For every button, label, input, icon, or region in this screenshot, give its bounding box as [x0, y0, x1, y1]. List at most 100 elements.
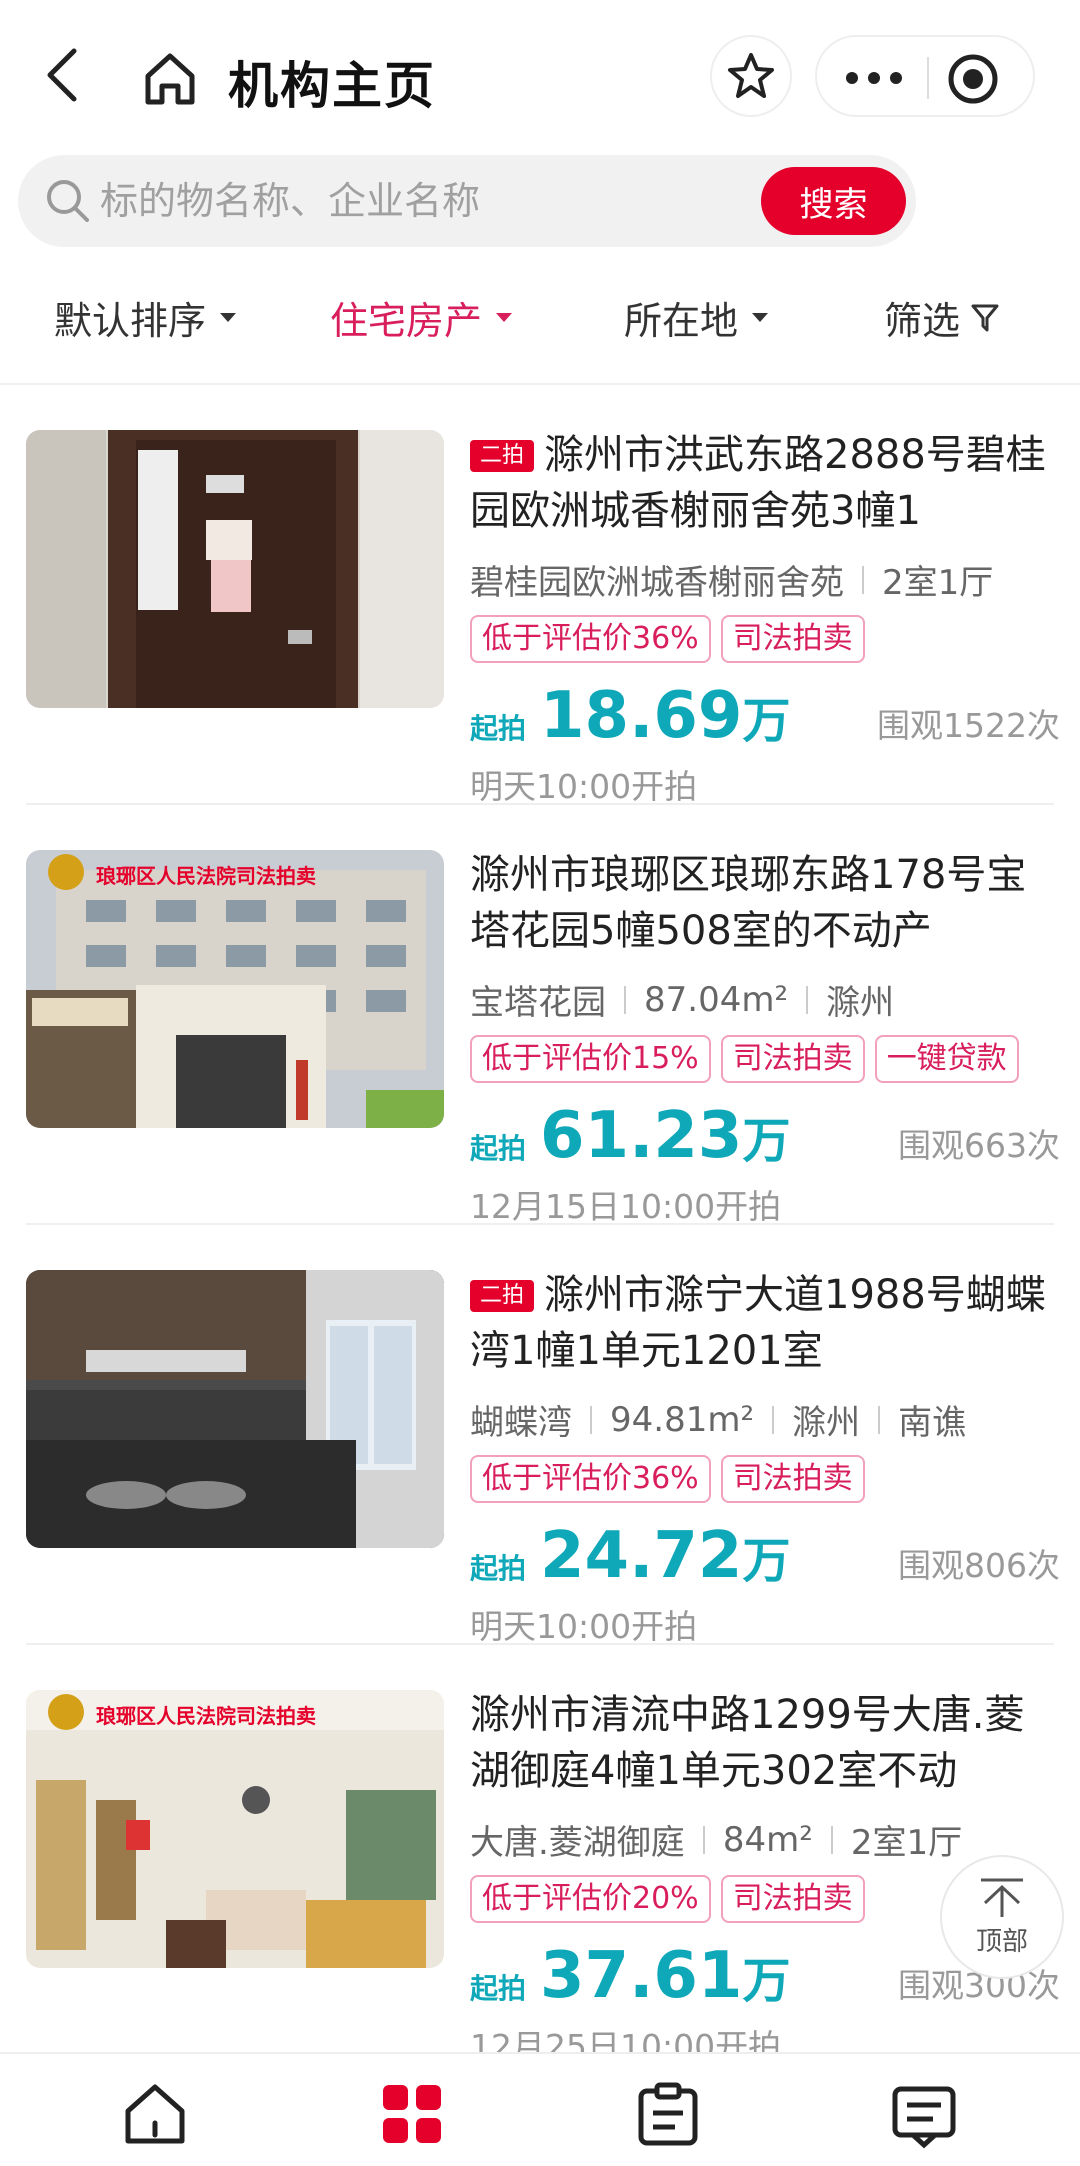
meta-district: 南谯: [898, 1403, 967, 1443]
meta-separator: [772, 1405, 775, 1434]
meta-community: 宝塔花园: [470, 983, 606, 1023]
tag-judicial: 司法拍卖: [720, 1035, 865, 1083]
tag-judicial: 司法拍卖: [720, 1455, 865, 1503]
search-bar: 搜索: [18, 155, 916, 247]
view-count: 围观1522次: [877, 706, 1060, 745]
view-count: 围观806次: [898, 1546, 1060, 1585]
caret-down-icon: [496, 313, 513, 322]
meta-city: 滁州: [826, 983, 895, 1023]
item-title-text: 滁州市琅琊区琅琊东路178号宝塔花园5幢508室的不动产: [470, 852, 1027, 954]
caret-down-icon: [220, 313, 237, 322]
tag-discount: 低于评估价36%: [470, 615, 711, 663]
tab-messages[interactable]: [884, 2074, 964, 2154]
watermark: 琅琊区人民法院司法拍卖: [96, 1704, 316, 1728]
watermark: 琅琊区人民法院司法拍卖: [96, 864, 316, 888]
item-title[interactable]: 滁州市琅琊区琅琊东路178号宝塔花园5幢508室的不动产: [470, 847, 1060, 959]
price-number: 37.61: [540, 1939, 743, 2013]
start-time: 12月15日10:00开拍: [470, 1187, 782, 1226]
price-number: 18.69: [540, 679, 743, 753]
filter-screen[interactable]: 筛选: [884, 290, 1000, 345]
item-title-text: 滁州市清流中路1299号大唐.菱湖御庭4幢1单元302室不动: [470, 1692, 1025, 1794]
home-icon: [125, 2084, 185, 2144]
item-tags: 低于评估价36% 司法拍卖: [470, 1455, 875, 1503]
starting-price: 18.69万: [540, 679, 790, 753]
list-icon: [892, 2086, 956, 2149]
tag-judicial: 司法拍卖: [720, 615, 865, 663]
property-photo: 琅琊区人民法院司法拍卖: [26, 1690, 444, 1968]
filter-category[interactable]: 住宅房产: [330, 290, 513, 345]
search-button[interactable]: 搜索: [761, 167, 906, 235]
filter-bar: 默认排序 住宅房产 所在地 筛选: [0, 280, 1080, 360]
price-row: 起拍 18.69万 围观1522次: [470, 675, 1060, 755]
back-to-top-button[interactable]: 顶部: [940, 1855, 1064, 1979]
property-photo: [26, 1270, 444, 1548]
price-number: 61.23: [540, 1099, 743, 1173]
search-icon: [42, 175, 94, 227]
meta-area: 84m²: [722, 1819, 813, 1860]
meta-separator: [862, 565, 864, 594]
start-time: 明天10:00开拍: [470, 767, 698, 806]
meta-area: 94.81m²: [610, 1399, 755, 1440]
capsule-divider: [927, 57, 929, 99]
list-item[interactable]: 二拍 滁州市滁宁大道1988号蝴蝶湾1幢1单元1201室 蝴蝶湾 94.81m² …: [0, 1225, 1080, 1646]
back-icon[interactable]: [40, 45, 90, 105]
price-number: 24.72: [540, 1519, 743, 1593]
price-unit: 万: [742, 1533, 791, 1589]
tab-orders[interactable]: [628, 2074, 708, 2154]
item-tags: 低于评估价20% 司法拍卖: [470, 1875, 875, 1923]
home-icon[interactable]: [140, 48, 200, 108]
item-title[interactable]: 二拍 滁州市滁宁大道1988号蝴蝶湾1幢1单元1201室: [470, 1267, 1060, 1379]
second-auction-badge: 二拍: [470, 1280, 535, 1312]
list-item[interactable]: 二拍 滁州市洪武东路2888号碧桂园欧洲城香榭丽舍苑3幢1 碧桂园欧洲城香榭丽舍苑…: [0, 385, 1080, 806]
filter-sort-label: 默认排序: [54, 299, 207, 343]
price-label: 起拍: [470, 1132, 527, 1165]
search-input[interactable]: [100, 173, 740, 229]
property-photo: 琅琊区人民法院司法拍卖: [26, 850, 444, 1128]
top-bar: 机构主页: [0, 0, 1080, 150]
filter-location-label: 所在地: [624, 299, 739, 343]
clipboard-icon: [638, 2082, 698, 2146]
star-icon[interactable]: [710, 35, 792, 117]
second-auction-badge: 二拍: [470, 440, 535, 472]
filter-category-label: 住宅房产: [330, 299, 483, 343]
item-title[interactable]: 二拍 滁州市洪武东路2888号碧桂园欧洲城香榭丽舍苑3幢1: [470, 427, 1060, 539]
item-title-text: 滁州市滁宁大道1988号蝴蝶湾1幢1单元1201室: [470, 1272, 1046, 1374]
meta-layout: 2室1厅: [882, 563, 994, 603]
tag-judicial: 司法拍卖: [720, 1875, 865, 1923]
meta-separator: [806, 985, 809, 1014]
item-meta: 碧桂园欧洲城香榭丽舍苑 2室1厅: [470, 555, 993, 604]
tag-discount: 低于评估价36%: [470, 1455, 711, 1503]
price-label: 起拍: [470, 1972, 527, 2005]
meta-separator: [590, 1405, 592, 1434]
price-row: 起拍 61.23万 围观663次: [470, 1095, 1060, 1175]
list-item[interactable]: 琅琊区人民法院司法拍卖 滁州市琅琊区琅琊东路178号宝塔花园5幢508室的不动产…: [0, 805, 1080, 1226]
tab-category[interactable]: [372, 2074, 452, 2154]
target-icon[interactable]: [945, 51, 1001, 107]
more-icon[interactable]: [839, 55, 909, 101]
list-item[interactable]: 琅琊区人民法院司法拍卖 滁州市清流中路1299号大唐.菱湖御庭4幢1单元302室…: [0, 1645, 1080, 2066]
item-title[interactable]: 滁州市清流中路1299号大唐.菱湖御庭4幢1单元302室不动: [470, 1687, 1060, 1799]
item-tags: 低于评估价15% 司法拍卖 一键贷款: [470, 1035, 1029, 1083]
filter-screen-label: 筛选: [884, 299, 961, 343]
meta-city: 滁州: [792, 1403, 861, 1443]
item-meta: 宝塔花园 87.04m² 滁州: [470, 975, 894, 1024]
grid-icon: [383, 2085, 441, 2143]
item-meta: 蝴蝶湾 94.81m² 滁州 南谯: [470, 1395, 966, 1444]
item-meta: 大唐.菱湖御庭 84m² 2室1厅: [470, 1815, 962, 1864]
bottom-tab-bar: [0, 2052, 1080, 2166]
tag-loan: 一键贷款: [874, 1035, 1019, 1083]
page-title: 机构主页: [228, 57, 436, 115]
meta-community: 大唐.菱湖御庭: [470, 1823, 685, 1863]
tag-discount: 低于评估价20%: [470, 1875, 711, 1923]
item-tags: 低于评估价36% 司法拍卖: [470, 615, 875, 663]
price-label: 起拍: [470, 1552, 527, 1585]
tab-home[interactable]: [115, 2074, 195, 2154]
filter-sort[interactable]: 默认排序: [54, 290, 237, 345]
property-photo: [26, 430, 444, 708]
start-time: 明天10:00开拍: [470, 1607, 698, 1646]
view-count: 围观663次: [898, 1126, 1060, 1165]
filter-location[interactable]: 所在地: [624, 290, 769, 345]
meta-separator: [878, 1405, 881, 1434]
meta-layout: 2室1厅: [850, 1823, 963, 1863]
price-row: 起拍 24.72万 围观806次: [470, 1515, 1060, 1595]
